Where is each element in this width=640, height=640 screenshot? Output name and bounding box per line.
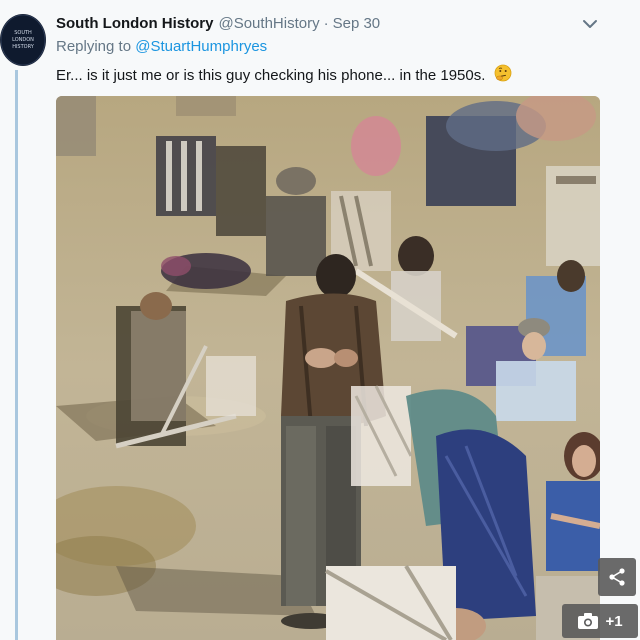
svg-text:LONDON: LONDON xyxy=(12,37,34,43)
chevron-down-icon[interactable] xyxy=(580,14,600,34)
thread-line xyxy=(15,70,18,640)
avatar-logo: SOUTH LONDON HISTORY xyxy=(0,14,46,66)
account-handle[interactable]: @SouthHistory xyxy=(218,15,319,32)
thinking-face-icon xyxy=(494,64,512,86)
share-icon xyxy=(609,568,625,586)
beach-photo-image xyxy=(56,96,600,640)
tweet-text: Er... is it just me or is this guy check… xyxy=(56,64,512,86)
photo-count-badge[interactable]: +1 xyxy=(562,604,638,638)
svg-text:SOUTH: SOUTH xyxy=(14,30,32,36)
tweet-card[interactable]: SOUTH LONDON HISTORY South London Histor… xyxy=(0,0,640,640)
camera-icon xyxy=(578,613,599,629)
tweet-body: Er... is it just me or is this guy check… xyxy=(56,67,486,84)
share-button[interactable] xyxy=(598,558,636,596)
tweet-photo[interactable] xyxy=(56,96,600,640)
header-separator: · xyxy=(323,14,329,32)
tweet-header: South London History @SouthHistory · Sep… xyxy=(56,12,380,34)
tweet-date[interactable]: Sep 30 xyxy=(333,15,381,32)
reply-to-handle-link[interactable]: @StuartHumphryes xyxy=(135,38,267,55)
account-name[interactable]: South London History xyxy=(56,15,213,32)
photo-count-label: +1 xyxy=(605,612,623,630)
avatar[interactable]: SOUTH LONDON HISTORY xyxy=(0,14,46,66)
replying-prefix: Replying to xyxy=(56,38,132,55)
replying-to: Replying to @StuartHumphryes xyxy=(56,38,267,55)
svg-text:HISTORY: HISTORY xyxy=(12,44,35,50)
